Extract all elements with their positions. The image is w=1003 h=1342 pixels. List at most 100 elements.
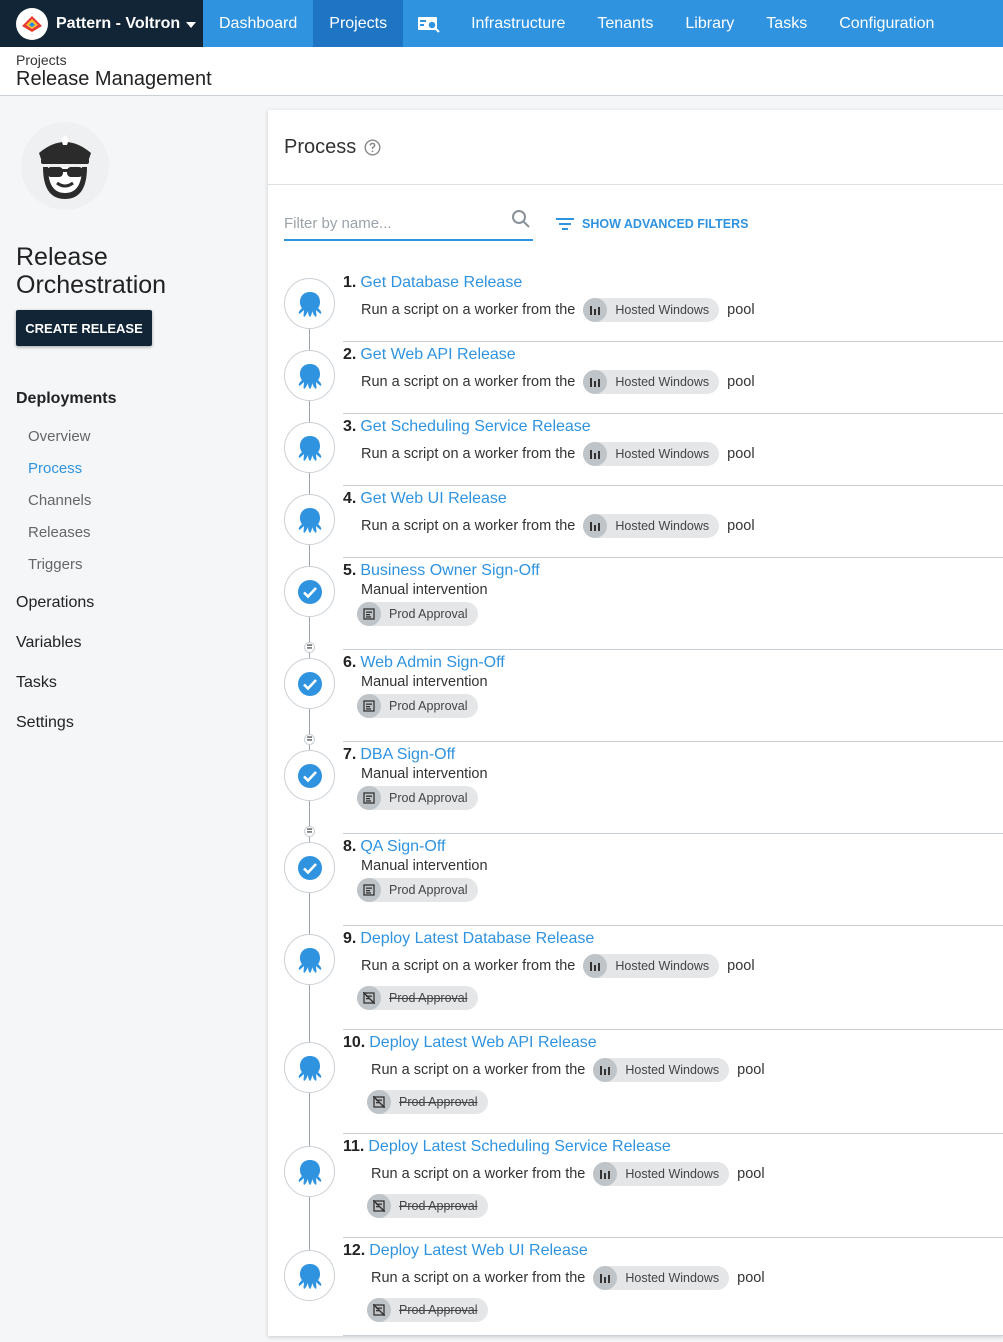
process-step: 9. Deploy Latest Database Release Run a sc… xyxy=(268,926,1003,1030)
step-name-link[interactable]: Get Database Release xyxy=(360,274,522,292)
worker-pool-label: Hosted Windows xyxy=(625,1063,720,1077)
sidebar-item-releases[interactable]: Releases xyxy=(28,524,91,541)
environment-label: Prod Approval xyxy=(399,1199,478,1213)
environment-label: Prod Approval xyxy=(389,699,468,713)
worker-pool-chip[interactable]: Hosted Windows xyxy=(583,954,720,978)
step-description-suffix: pool xyxy=(737,1270,765,1286)
worker-pool-chip[interactable]: Hosted Windows xyxy=(583,298,720,322)
excluded-environment-chip[interactable]: Prod Approval xyxy=(367,1194,488,1218)
create-release-button[interactable]: CREATE RELEASE xyxy=(16,310,152,346)
run-script-icon[interactable] xyxy=(284,1146,335,1197)
run-script-icon[interactable] xyxy=(284,1250,335,1301)
step-name-link[interactable]: DBA Sign-Off xyxy=(360,746,455,764)
sidebar-item-overview[interactable]: Overview xyxy=(28,428,91,445)
worker-pool-icon xyxy=(583,298,608,322)
sidebar-item-channels[interactable]: Channels xyxy=(28,492,91,509)
step-description: Manual intervention xyxy=(343,674,1003,690)
worker-pool-chip[interactable]: Hosted Windows xyxy=(583,442,720,466)
run-script-icon[interactable] xyxy=(284,278,335,329)
step-name-link[interactable]: QA Sign-Off xyxy=(360,838,445,856)
worker-pool-label: Hosted Windows xyxy=(615,447,710,461)
sidebar-item-triggers[interactable]: Triggers xyxy=(28,556,82,573)
nav-tenants[interactable]: Tenants xyxy=(581,0,669,47)
step-number: 12. xyxy=(343,1242,366,1259)
filter-field xyxy=(284,207,533,241)
excluded-environment-chip[interactable]: Prod Approval xyxy=(367,1090,488,1114)
environment-row: Prod Approval xyxy=(343,786,1003,810)
run-script-icon[interactable] xyxy=(284,934,335,985)
sidebar-item-deployments[interactable]: Deployments xyxy=(16,390,116,408)
step-name-link[interactable]: Deploy Latest Scheduling Service Release xyxy=(368,1138,670,1156)
step-number: 1. xyxy=(343,274,357,291)
worker-pool-icon xyxy=(583,514,608,538)
worker-pool-chip[interactable]: Hosted Windows xyxy=(593,1058,730,1082)
worker-pool-chip[interactable]: Hosted Windows xyxy=(593,1162,730,1186)
sidebar-item-operations[interactable]: Operations xyxy=(16,594,94,612)
step-body: 3. Get Scheduling Service Release Run a sc… xyxy=(343,414,1003,486)
manual-intervention-icon[interactable] xyxy=(284,658,335,709)
step-title: 12. Deploy Latest Web UI Release xyxy=(343,1242,1003,1260)
excluded-environment-chip[interactable]: Prod Approval xyxy=(367,1298,488,1322)
nav-library[interactable]: Library xyxy=(669,0,750,47)
environment-chip[interactable]: Prod Approval xyxy=(357,878,478,902)
step-name-link[interactable]: Deploy Latest Database Release xyxy=(360,930,594,948)
search-results-icon[interactable] xyxy=(403,0,455,47)
step-description: Run a script on a worker from the Hosted … xyxy=(343,514,1003,538)
sidebar-item-tasks[interactable]: Tasks xyxy=(16,674,57,692)
step-description: Run a script on a worker from the Hosted … xyxy=(343,298,1003,322)
worker-pool-icon xyxy=(593,1058,618,1082)
nav-configuration[interactable]: Configuration xyxy=(823,0,950,47)
worker-pool-icon xyxy=(583,370,608,394)
sidebar-item-variables[interactable]: Variables xyxy=(16,634,82,652)
run-script-icon[interactable] xyxy=(284,350,335,401)
step-description-suffix: pool xyxy=(727,518,755,534)
sidebar-item-settings[interactable]: Settings xyxy=(16,714,74,732)
manual-intervention-icon[interactable] xyxy=(284,566,335,617)
nav-tasks[interactable]: Tasks xyxy=(750,0,823,47)
help-icon[interactable] xyxy=(364,138,381,156)
process-step: 4. Get Web UI Release Run a script on a wo… xyxy=(268,486,1003,558)
filter-by-name-input[interactable] xyxy=(284,207,504,232)
space-switcher[interactable]: Pattern - Voltron xyxy=(0,0,203,47)
environment-icon xyxy=(357,786,381,810)
worker-pool-chip[interactable]: Hosted Windows xyxy=(583,514,720,538)
step-name-link[interactable]: Deploy Latest Web API Release xyxy=(369,1034,596,1052)
step-name-link[interactable]: Deploy Latest Web UI Release xyxy=(369,1242,587,1260)
nav-projects[interactable]: Projects xyxy=(313,0,404,47)
worker-pool-chip[interactable]: Hosted Windows xyxy=(593,1266,730,1290)
environment-chip[interactable]: Prod Approval xyxy=(357,786,478,810)
step-body: 9. Deploy Latest Database Release Run a sc… xyxy=(343,926,1003,1030)
run-script-icon[interactable] xyxy=(284,494,335,545)
step-title: 7. DBA Sign-Off xyxy=(343,746,1003,764)
manual-intervention-icon[interactable] xyxy=(284,842,335,893)
run-script-icon[interactable] xyxy=(284,1042,335,1093)
excluded-environment-chip[interactable]: Prod Approval xyxy=(357,986,478,1010)
step-body: 5. Business Owner Sign-Off Manual interven… xyxy=(343,558,1003,650)
environment-label: Prod Approval xyxy=(389,991,468,1005)
step-description-suffix: pool xyxy=(727,958,755,974)
sidebar-item-process[interactable]: Process xyxy=(28,460,82,477)
nav-infrastructure[interactable]: Infrastructure xyxy=(455,0,581,47)
step-description: Manual intervention xyxy=(343,858,1003,874)
environment-row: Prod Approval xyxy=(343,986,1003,1010)
manual-intervention-icon[interactable] xyxy=(284,750,335,801)
step-name-link[interactable]: Get Web API Release xyxy=(360,346,515,364)
step-description-text: Run a script on a worker from the xyxy=(371,1062,586,1078)
breadcrumb[interactable]: Projects xyxy=(16,52,1003,68)
environment-chip[interactable]: Prod Approval xyxy=(357,694,478,718)
run-script-icon[interactable] xyxy=(284,422,335,473)
page-header: Projects Release Management xyxy=(0,47,1003,96)
process-title: Process xyxy=(284,135,357,158)
nav-dashboard[interactable]: Dashboard xyxy=(203,0,313,47)
step-name-link[interactable]: Web Admin Sign-Off xyxy=(360,654,504,672)
step-name-link[interactable]: Business Owner Sign-Off xyxy=(360,562,539,580)
step-title: 8. QA Sign-Off xyxy=(343,838,1003,856)
worker-pool-chip[interactable]: Hosted Windows xyxy=(583,370,720,394)
process-step: 11. Deploy Latest Scheduling Service Rele… xyxy=(268,1134,1003,1238)
show-advanced-filters-button[interactable]: SHOW ADVANCED FILTERS xyxy=(556,217,748,231)
environment-chip[interactable]: Prod Approval xyxy=(357,602,478,626)
step-name-link[interactable]: Get Scheduling Service Release xyxy=(360,418,590,436)
step-body: 7. DBA Sign-Off Manual intervention Prod Ap… xyxy=(343,742,1003,834)
step-name-link[interactable]: Get Web UI Release xyxy=(360,490,506,508)
step-number: 5. xyxy=(343,562,357,579)
